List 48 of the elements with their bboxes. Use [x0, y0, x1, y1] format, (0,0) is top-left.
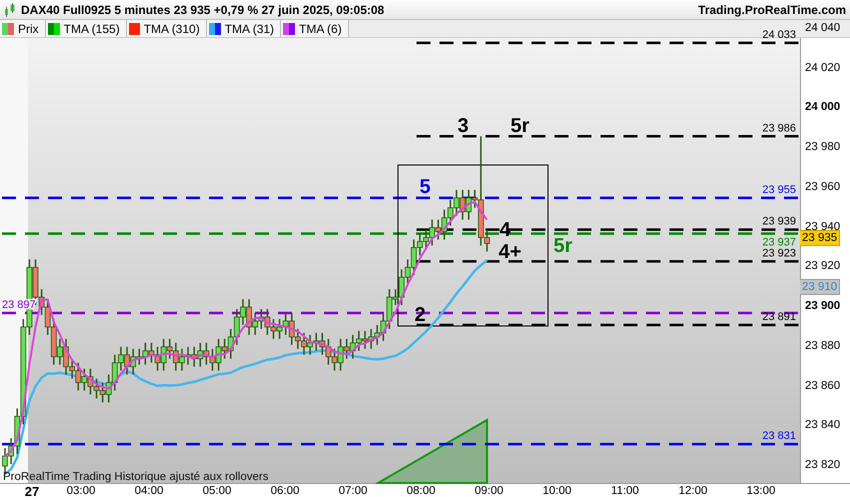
axis-label: 23 900	[805, 300, 840, 312]
level-label: 23 955	[762, 184, 796, 196]
axis-label: 23 880	[805, 340, 840, 352]
axis-label: 23 840	[805, 419, 840, 432]
axis-label: 05:00	[202, 485, 232, 497]
axis-label: 24 040	[805, 22, 840, 34]
axis-label: 03:00	[66, 485, 96, 497]
wave-label: 4+	[498, 241, 522, 263]
legend-item[interactable]: Prix	[0, 20, 46, 37]
wave-label: 3	[457, 115, 469, 137]
axis-label: 11:00	[610, 485, 640, 497]
axis-label: 06:00	[270, 485, 300, 497]
level-label: 23 891	[762, 310, 796, 323]
axis-label: 23 860	[805, 380, 840, 392]
level-label: 23 923	[762, 247, 796, 260]
axis-label: 23 920	[805, 260, 840, 272]
footnote: ProRealTime Trading Historique ajusté aux rollovers	[3, 471, 268, 483]
level-label: 23 939	[762, 216, 796, 228]
axis-label: 08:00	[406, 485, 436, 497]
chart-title: DAX40 Full0925 5 minutes 23 935 +0,79 % 27 juin 2025, 09:05:08	[21, 2, 384, 16]
axis-label: 23 980	[805, 141, 840, 154]
wave-label: 5	[419, 176, 431, 198]
axis-label: 07:00	[338, 485, 368, 497]
legend-item[interactable]: TMA (6)	[281, 20, 349, 37]
axis-label: 12:00	[678, 485, 708, 497]
candlestick-icon	[4, 2, 16, 16]
wave-label: 5r	[510, 115, 530, 137]
legend-item[interactable]: TMA (155)	[46, 20, 127, 37]
level-label: 24 033	[762, 28, 796, 41]
level-label: 23 937	[762, 236, 796, 249]
legend-item[interactable]: TMA (310)	[126, 20, 207, 37]
price-badge: 23 910	[799, 279, 840, 296]
axis-label: 04:00	[134, 485, 164, 497]
price-badge: 23 935	[799, 230, 840, 246]
level-label: 23 986	[762, 122, 796, 134]
site-link[interactable]: Trading.ProRealTime.com	[698, 2, 846, 16]
axis-label: 23 960	[805, 180, 840, 193]
wave-label: 5r	[554, 235, 572, 257]
legend-item[interactable]: TMA (31)	[206, 20, 282, 37]
axis-label: 10:00	[542, 485, 572, 497]
axis-label: 24 020	[805, 62, 840, 74]
axis-label: 09:00	[474, 485, 504, 497]
axis-label: 23 820	[805, 459, 840, 472]
wave-label: 4	[499, 219, 511, 241]
level-label: 23 831	[762, 430, 796, 442]
axis-label: 27	[24, 484, 40, 499]
axis-label: 13:00	[746, 485, 776, 497]
axis-label: 24 000	[805, 101, 840, 114]
